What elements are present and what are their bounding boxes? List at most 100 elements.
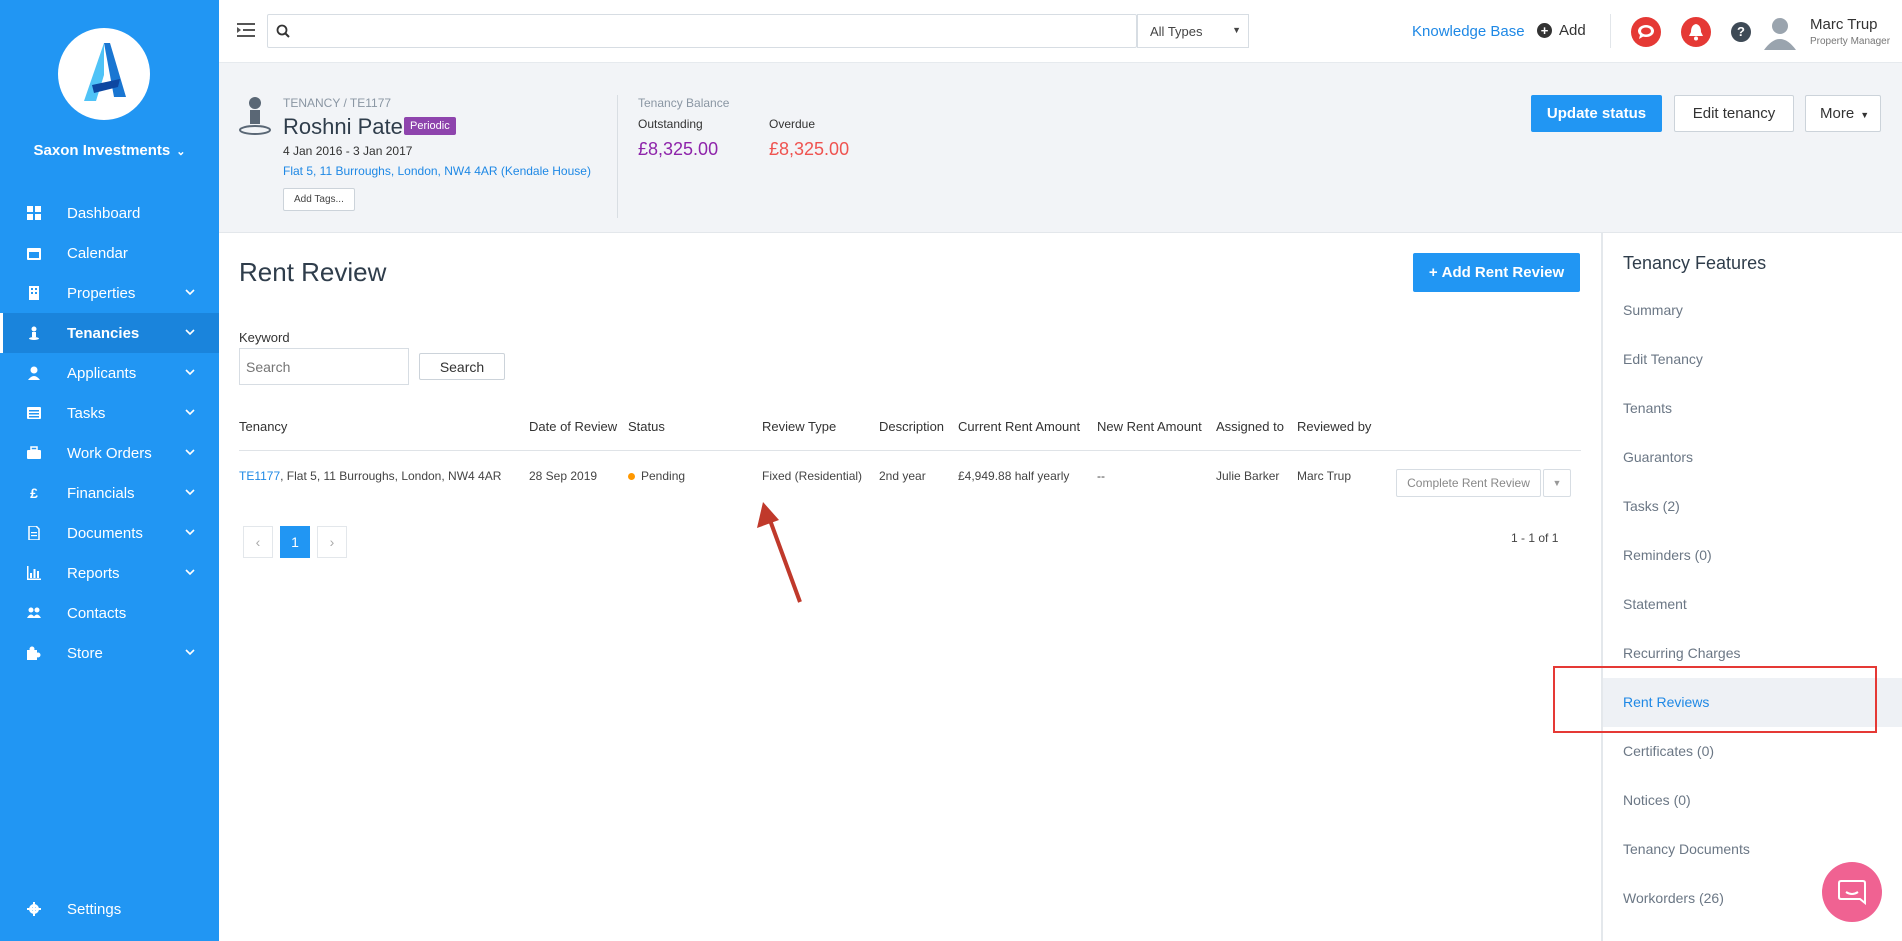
balance-title: Tenancy Balance — [638, 96, 730, 110]
avatar[interactable] — [1762, 14, 1798, 50]
add-rent-review-button[interactable]: + Add Rent Review — [1413, 253, 1580, 292]
tenant-name: Roshni Patel — [283, 114, 408, 139]
feature-item-notices[interactable]: Notices (0) — [1603, 776, 1902, 825]
tenancies-icon — [26, 325, 42, 341]
add-button[interactable]: + Add — [1537, 22, 1586, 39]
add-tags-button[interactable]: Add Tags... — [283, 188, 355, 211]
help-icon[interactable]: ? — [1731, 22, 1751, 42]
tenancy-header: TENANCY / TE1177 Roshni Patel Periodic 4… — [219, 63, 1902, 233]
calendar-icon — [26, 245, 42, 261]
feature-item-summary[interactable]: Summary — [1603, 286, 1902, 335]
sidebar-item-label: Tenancies — [67, 324, 140, 342]
chat-icon[interactable] — [1631, 17, 1661, 47]
status-badge: Periodic — [404, 117, 456, 135]
chevron-down-icon — [183, 565, 197, 579]
sidebar-item-settings[interactable]: Settings — [0, 889, 219, 929]
company-logo[interactable] — [58, 28, 150, 120]
sidebar-item-applicants[interactable]: Applicants — [0, 353, 219, 393]
column-header[interactable]: New Rent Amount — [1097, 419, 1202, 434]
logo-icon — [84, 43, 126, 101]
menu-toggle-icon[interactable] — [237, 22, 255, 38]
sidebar-item-properties[interactable]: Properties — [0, 273, 219, 313]
contacts-icon — [26, 605, 42, 621]
prev-page-button[interactable]: ‹ — [243, 526, 273, 558]
column-header[interactable]: Assigned to — [1216, 419, 1284, 434]
edit-tenancy-button[interactable]: Edit tenancy — [1674, 95, 1794, 132]
bell-icon[interactable] — [1681, 17, 1711, 47]
outstanding-label: Outstanding — [638, 117, 703, 131]
next-page-button[interactable]: › — [317, 526, 347, 558]
column-header[interactable]: Reviewed by — [1297, 419, 1371, 434]
sidebar-item-reports[interactable]: Reports — [0, 553, 219, 593]
divider — [1610, 14, 1611, 48]
puzzle-icon — [26, 645, 42, 661]
knowledge-base-link[interactable]: Knowledge Base — [1412, 23, 1525, 40]
update-status-button[interactable]: Update status — [1531, 95, 1662, 132]
tasks-icon — [26, 405, 42, 421]
topbar: All Types ▼ Knowledge Base + Add ? Marc … — [219, 0, 1902, 63]
tenancy-dates: 4 Jan 2016 - 3 Jan 2017 — [283, 144, 413, 158]
tenancy-ref-link[interactable]: TE1177 — [239, 469, 280, 483]
sidebar-item-tenancies[interactable]: Tenancies — [0, 313, 219, 353]
sidebar-item-store[interactable]: Store — [0, 633, 219, 673]
caret-down-icon[interactable]: ▼ — [1543, 469, 1571, 497]
feature-item-reminders[interactable]: Reminders (0) — [1603, 531, 1902, 580]
feature-item-tenants[interactable]: Tenants — [1603, 384, 1902, 433]
user-name[interactable]: Marc Trup — [1810, 16, 1878, 33]
pound-icon: £ — [30, 485, 38, 501]
type-select[interactable]: All Types ▼ — [1137, 14, 1249, 48]
more-button[interactable]: More ▼ — [1805, 95, 1881, 132]
sidebar-item-contacts[interactable]: Contacts — [0, 593, 219, 633]
company-name: Saxon Investments — [33, 142, 171, 159]
column-header[interactable]: Date of Review — [529, 419, 617, 434]
gear-icon — [26, 901, 42, 917]
sidebar-item-label: Documents — [67, 524, 143, 542]
feature-item-statement[interactable]: Statement — [1603, 580, 1902, 629]
user-role: Property Manager — [1810, 36, 1891, 47]
column-header[interactable]: Status — [628, 419, 665, 434]
more-label: More — [1820, 105, 1855, 122]
column-header[interactable]: Current Rent Amount — [958, 419, 1080, 434]
complete-rent-review-button[interactable]: Complete Rent Review — [1396, 469, 1541, 497]
column-header[interactable]: Tenancy — [239, 419, 287, 434]
sidebar-item-documents[interactable]: Documents — [0, 513, 219, 553]
sidebar-item-label: Work Orders — [67, 444, 152, 462]
sidebar-item-financials[interactable]: £ Financials — [0, 473, 219, 513]
outstanding-value: £8,325.00 — [638, 139, 719, 159]
review-type: Fixed (Residential) — [762, 469, 863, 483]
column-header[interactable]: Description — [879, 419, 944, 434]
assigned-to: Julie Barker — [1216, 469, 1280, 483]
chevron-down-icon — [183, 445, 197, 459]
sidebar-item-work-orders[interactable]: Work Orders — [0, 433, 219, 473]
page-button[interactable]: 1 — [280, 526, 310, 558]
property-address-link[interactable]: Flat 5, 11 Burroughs, London, NW4 4AR (K… — [283, 164, 591, 178]
sidebar-item-label: Tasks — [67, 404, 106, 422]
sidebar: Saxon Investments ⌄ Dashboard Calendar Pr… — [0, 0, 219, 941]
applicants-icon — [26, 365, 42, 381]
sidebar-item-calendar[interactable]: Calendar — [0, 233, 219, 273]
breadcrumb: TENANCY / TE1177 — [283, 96, 392, 110]
sidebar-item-dashboard[interactable]: Dashboard — [0, 193, 219, 233]
global-search-input[interactable] — [296, 19, 1116, 43]
chart-icon — [26, 565, 42, 581]
sidebar-settings: Settings — [0, 889, 219, 929]
keyword-search-button[interactable]: Search — [419, 353, 505, 380]
feature-item-tasks[interactable]: Tasks (2) — [1603, 482, 1902, 531]
table-divider — [239, 450, 1581, 451]
column-header[interactable]: Review Type — [762, 419, 836, 434]
tenancy-cell: TE1177, Flat 5, 11 Burroughs, London, NW… — [239, 469, 501, 483]
feature-item-certificates[interactable]: Certificates (0) — [1603, 727, 1902, 776]
live-chat-button[interactable] — [1822, 862, 1882, 922]
chevron-down-icon — [183, 645, 197, 659]
company-switcher[interactable]: Saxon Investments ⌄ — [0, 142, 219, 159]
sidebar-item-label: Financials — [67, 484, 135, 502]
plus-circle-icon: + — [1537, 23, 1552, 38]
chat-bubble-icon — [1838, 880, 1866, 905]
feature-item-edit-tenancy[interactable]: Edit Tenancy — [1603, 335, 1902, 384]
sidebar-item-tasks[interactable]: Tasks — [0, 393, 219, 433]
feature-item-guarantors[interactable]: Guarantors — [1603, 433, 1902, 482]
features-title: Tenancy Features — [1623, 253, 1767, 273]
overdue-label: Overdue — [769, 117, 816, 131]
sidebar-nav: Dashboard Calendar Properties Tenancies … — [0, 193, 219, 673]
keyword-input[interactable] — [239, 348, 409, 385]
